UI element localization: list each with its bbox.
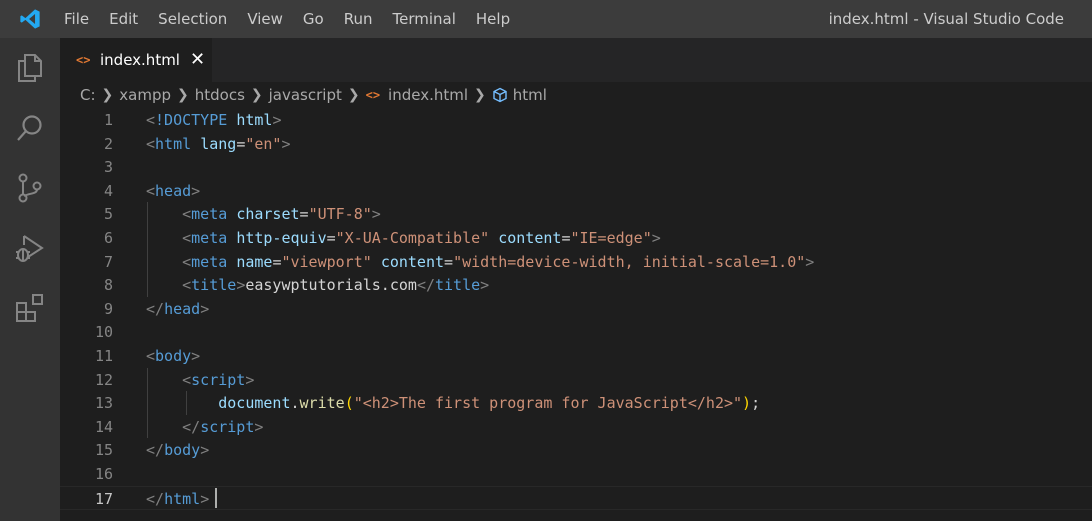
code-line[interactable]: 5 <meta charset="UTF-8"> [60,202,1092,226]
menu-selection[interactable]: Selection [148,0,237,38]
code-text: document.write("<h2>The first program fo… [218,394,761,413]
tab-index-html[interactable]: <> index.html ✕ [60,38,212,82]
source-control-icon[interactable] [0,160,60,216]
line-number: 17 [94,489,113,508]
code-text: <!DOCTYPE html> [146,111,282,129]
code-editor[interactable]: 1 <!DOCTYPE html> 2 <html lang="en"> 3 4 <head… [60,108,1092,521]
indent-guide [147,202,148,297]
code-text: </html> [146,489,210,508]
html-file-icon: <> [365,88,381,102]
extensions-icon[interactable] [0,280,60,336]
vscode-logo-icon[interactable] [0,0,60,38]
code-text: </body> [146,441,210,460]
code-text: <meta http-equiv="X-UA-Compatible" conte… [182,229,661,247]
code-line[interactable]: 3 [60,155,1092,179]
line-number: 5 [103,205,113,224]
menu-view[interactable]: View [237,0,293,38]
line-number: 6 [103,229,113,247]
indent-guide [147,367,148,439]
code-text: <html lang="en"> [146,134,291,153]
code-text: <script> [182,370,255,389]
breadcrumb-xampp[interactable]: xampp [119,86,171,104]
code-line[interactable]: 13 document.write("<h2>The first program… [60,391,1092,415]
code-line[interactable]: 10 [60,320,1092,344]
code-text: <meta name="viewport" content="width=dev… [182,252,815,271]
menu-edit[interactable]: Edit [99,0,148,38]
breadcrumb: C: ❯ xampp ❯ htdocs ❯ javascript ❯ <> in… [60,82,1092,108]
chevron-right-icon: ❯ [474,87,486,103]
close-icon[interactable]: ✕ [190,51,205,69]
code-line[interactable]: 2 <html lang="en"> [60,132,1092,156]
line-number: 1 [103,111,113,129]
menu-run[interactable]: Run [334,0,383,38]
breadcrumb-drive[interactable]: C: [80,86,96,104]
chevron-right-icon: ❯ [250,87,263,103]
code-line[interactable]: 9 </head> [60,297,1092,321]
code-text: <body> [146,347,201,365]
code-text: </script> [182,417,264,436]
run-debug-icon[interactable] [0,220,60,276]
line-number: 4 [103,181,113,200]
breadcrumb-symbol[interactable]: html [513,86,547,104]
menu-terminal[interactable]: Terminal [383,0,466,38]
menu-file[interactable]: File [60,0,99,38]
code-text: <meta charset="UTF-8"> [182,205,381,224]
tab-label: index.html [100,51,180,69]
line-number: 15 [94,441,113,460]
breadcrumb-htdocs[interactable]: htdocs [195,86,245,104]
code-line[interactable]: 15 </body> [60,438,1092,462]
menu-bar: File Edit Selection View Go Run Terminal… [60,0,520,38]
code-line[interactable]: 6 <meta http-equiv="X-UA-Compatible" con… [60,226,1092,250]
symbol-element-icon [492,87,508,103]
tab-bar: <> index.html ✕ [60,38,1092,82]
search-icon[interactable] [0,100,60,156]
line-number: 2 [103,134,113,153]
code-line[interactable]: 7 <meta name="viewport" content="width=d… [60,250,1092,274]
indent-guide [185,391,187,415]
menu-go[interactable]: Go [293,0,334,38]
line-number: 9 [103,299,113,318]
chevron-right-icon: ❯ [101,87,114,103]
code-line[interactable]: 16 [60,462,1092,486]
code-line[interactable]: 11 <body> [60,344,1092,368]
line-number: 13 [94,394,113,413]
explorer-icon[interactable] [0,40,60,96]
code-text: </head> [146,299,210,318]
code-line[interactable]: 1 <!DOCTYPE html> [60,108,1092,132]
chevron-right-icon: ❯ [177,87,189,103]
code-line[interactable]: 4 <head> [60,179,1092,203]
line-number: 14 [94,417,113,436]
chevron-right-icon: ❯ [347,87,360,103]
code-line[interactable]: 14 </script> [60,415,1092,439]
line-number: 7 [103,252,113,271]
line-number: 10 [94,323,113,342]
breadcrumb-javascript[interactable]: javascript [269,86,342,104]
activity-bar [0,38,60,521]
line-number: 12 [94,370,113,389]
code-line[interactable]: 12 <script> [60,368,1092,392]
line-number: 3 [103,158,113,177]
window-title: index.html - Visual Studio Code [828,10,1064,28]
text-cursor [214,487,217,508]
line-number: 8 [103,276,113,295]
html-file-icon: <> [76,53,91,67]
title-bar: File Edit Selection View Go Run Terminal… [0,0,1092,38]
line-number: 16 [94,465,113,483]
code-line[interactable]: 8 <title>easywptutorials.com</title> [60,273,1092,297]
line-number: 11 [94,347,113,365]
code-text: <title>easywptutorials.com</title> [182,276,490,295]
breadcrumb-file[interactable]: index.html [388,86,468,104]
code-text: <head> [146,181,201,200]
menu-help[interactable]: Help [466,0,520,38]
